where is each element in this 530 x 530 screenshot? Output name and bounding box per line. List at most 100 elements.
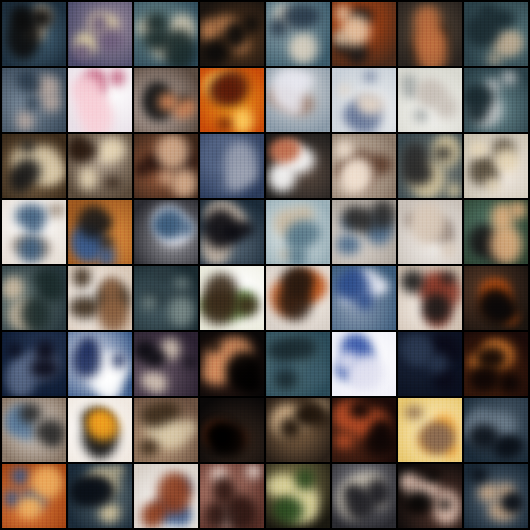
sample-blob bbox=[98, 298, 129, 330]
sample-blob bbox=[25, 96, 38, 111]
sample-blob bbox=[418, 82, 449, 108]
sample-blob bbox=[31, 465, 63, 499]
sample-tile bbox=[398, 2, 462, 66]
sample-blob bbox=[218, 118, 231, 130]
sample-blob bbox=[470, 467, 488, 483]
sample-blob bbox=[97, 27, 123, 51]
sample-blob bbox=[174, 104, 189, 118]
sample-blob bbox=[99, 137, 126, 162]
sample-blob bbox=[235, 295, 259, 316]
sample-tile bbox=[332, 200, 396, 264]
sample-tile bbox=[200, 332, 264, 396]
sample-tile bbox=[266, 332, 330, 396]
sample-blob bbox=[507, 493, 521, 511]
sample-tile bbox=[200, 134, 264, 198]
sample-tile bbox=[332, 2, 396, 66]
sample-blob bbox=[99, 235, 114, 248]
sample-blob bbox=[87, 409, 112, 430]
sample-blob bbox=[338, 85, 350, 95]
sample-tile bbox=[398, 68, 462, 132]
sample-tile bbox=[332, 332, 396, 396]
sample-tile bbox=[398, 134, 462, 198]
sample-tile bbox=[266, 2, 330, 66]
sample-blob bbox=[145, 350, 166, 367]
sample-tile bbox=[200, 266, 264, 330]
sample-blob bbox=[498, 372, 521, 394]
sample-blob bbox=[141, 373, 158, 388]
sample-blob bbox=[297, 400, 328, 428]
sample-blob bbox=[465, 13, 500, 48]
sample-blob bbox=[401, 270, 424, 293]
sample-blob bbox=[216, 423, 248, 457]
sample-tile bbox=[134, 2, 198, 66]
sample-blob bbox=[370, 279, 389, 294]
sample-tile bbox=[2, 398, 66, 462]
sample-tile bbox=[200, 464, 264, 528]
sample-blob bbox=[269, 18, 288, 37]
sample-blob bbox=[18, 235, 44, 263]
sample-blob bbox=[357, 291, 373, 310]
sample-tile bbox=[134, 68, 198, 132]
sample-blob bbox=[30, 358, 59, 379]
sample-blob bbox=[337, 351, 359, 371]
sample-blob bbox=[48, 204, 65, 217]
sample-tile bbox=[200, 398, 264, 462]
sample-blob bbox=[418, 210, 439, 235]
sample-blob bbox=[76, 478, 109, 502]
sample-blob bbox=[419, 423, 452, 453]
sample-blob bbox=[217, 70, 249, 104]
sample-blob bbox=[366, 478, 390, 507]
sample-blob bbox=[19, 403, 42, 424]
sample-tile bbox=[332, 398, 396, 462]
sample-tile bbox=[464, 2, 528, 66]
sample-tile bbox=[2, 2, 66, 66]
sample-tile bbox=[2, 134, 66, 198]
sample-blob bbox=[491, 203, 514, 232]
sample-blob bbox=[335, 434, 353, 448]
sample-blob bbox=[69, 296, 101, 319]
sample-blob bbox=[336, 5, 350, 22]
sample-tile bbox=[200, 68, 264, 132]
sample-blob bbox=[163, 29, 196, 66]
sample-blob bbox=[465, 100, 488, 124]
sample-blob bbox=[349, 401, 371, 419]
sample-tile bbox=[68, 398, 132, 462]
sample-blob bbox=[469, 365, 500, 393]
sample-blob bbox=[110, 465, 124, 475]
sample-blob bbox=[478, 287, 513, 324]
sample-blob bbox=[174, 278, 189, 289]
sample-blob bbox=[344, 484, 360, 501]
sample-tile bbox=[464, 464, 528, 528]
sample-tile bbox=[68, 2, 132, 66]
sample-blob bbox=[139, 439, 159, 456]
sample-tile bbox=[266, 398, 330, 462]
sample-tile bbox=[332, 464, 396, 528]
sample-blob bbox=[266, 474, 298, 498]
sample-blob bbox=[424, 470, 441, 482]
sample-tile bbox=[398, 200, 462, 264]
sample-tile bbox=[2, 266, 66, 330]
sample-blob bbox=[152, 266, 173, 282]
sample-blob bbox=[157, 472, 192, 514]
sample-blob bbox=[271, 68, 306, 111]
sample-blob bbox=[302, 8, 320, 24]
sample-blob bbox=[204, 273, 238, 312]
sample-blob bbox=[97, 370, 122, 396]
sample-blob bbox=[105, 177, 120, 188]
sample-blob bbox=[335, 140, 353, 158]
sample-tile bbox=[332, 266, 396, 330]
sample-blob bbox=[442, 241, 456, 259]
sample-tile bbox=[464, 398, 528, 462]
sample-blob bbox=[288, 244, 307, 264]
sample-tile bbox=[398, 398, 462, 462]
sample-blob bbox=[168, 296, 194, 327]
sample-tile bbox=[266, 200, 330, 264]
sample-tile bbox=[464, 266, 528, 330]
sample-blob bbox=[353, 208, 376, 233]
sample-blob bbox=[72, 43, 92, 61]
sample-blob bbox=[141, 503, 163, 528]
sample-blob bbox=[77, 205, 110, 239]
sample-blob bbox=[8, 343, 21, 357]
sample-blob bbox=[287, 220, 321, 246]
sample-tile bbox=[464, 200, 528, 264]
